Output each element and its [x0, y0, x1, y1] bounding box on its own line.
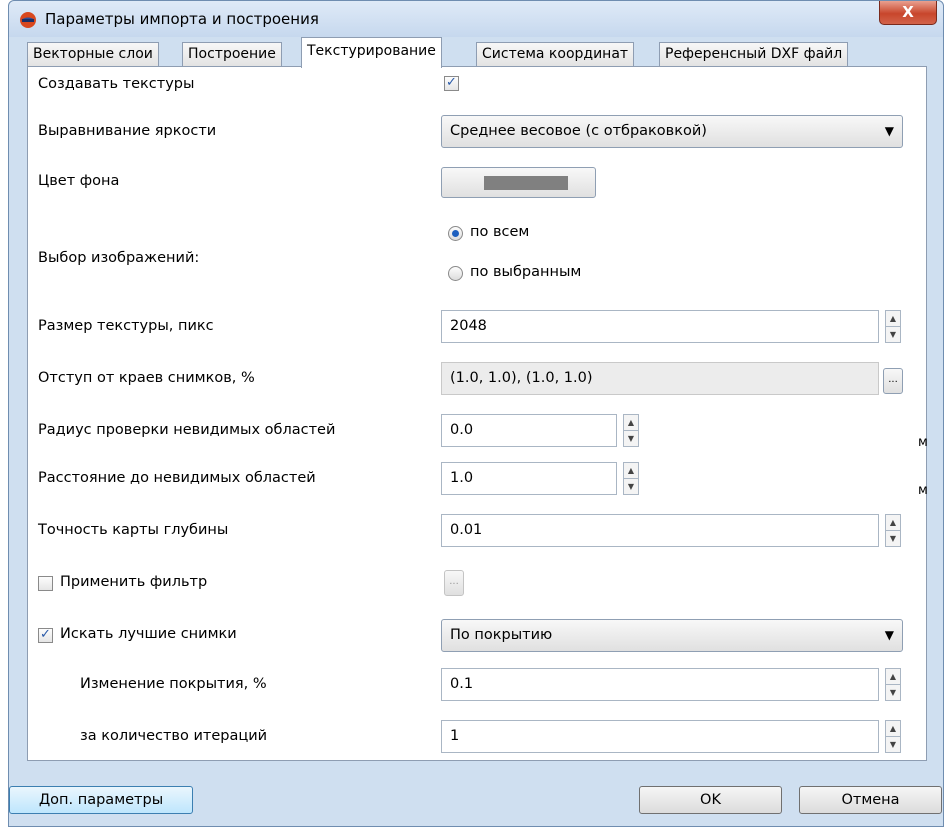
- invisible-distance-unit: м: [918, 483, 928, 498]
- brightness-select[interactable]: Среднее весовое (с отбраковкой) ▼: [441, 115, 903, 148]
- edge-offset-field: (1.0, 1.0), (1.0, 1.0): [441, 362, 879, 395]
- arrow-up-icon[interactable]: ▲: [624, 415, 638, 431]
- arrow-up-icon[interactable]: ▲: [886, 669, 900, 685]
- radio-all[interactable]: [448, 226, 463, 241]
- apply-filter-checkbox[interactable]: [38, 576, 53, 591]
- cancel-button[interactable]: Отмена: [799, 786, 942, 814]
- best-images-value: По покрытию: [450, 627, 553, 643]
- arrow-up-icon[interactable]: ▲: [886, 721, 900, 737]
- apply-filter-label[interactable]: Применить фильтр: [60, 574, 207, 590]
- filter-settings-button[interactable]: ...: [444, 570, 464, 596]
- coverage-change-stepper[interactable]: ▲ ▼: [885, 668, 901, 701]
- brightness-value: Среднее весовое (с отбраковкой): [450, 123, 707, 139]
- radio-selected-label[interactable]: по выбранным: [470, 264, 581, 280]
- chevron-down-icon: ▼: [884, 628, 894, 642]
- coverage-change-label: Изменение покрытия, %: [80, 676, 267, 692]
- arrow-down-icon[interactable]: ▼: [624, 479, 638, 495]
- title-bar[interactable]: Параметры импорта и построения X: [9, 1, 943, 37]
- close-button[interactable]: X: [879, 1, 937, 25]
- invisible-radius-unit: м: [918, 435, 928, 450]
- arrow-down-icon[interactable]: ▼: [624, 431, 638, 447]
- depth-accuracy-stepper[interactable]: ▲ ▼: [885, 514, 901, 547]
- best-images-select[interactable]: По покрытию ▼: [441, 619, 903, 652]
- edge-offset-label: Отступ от краев снимков, %: [38, 370, 255, 386]
- bg-color-button[interactable]: [441, 167, 596, 198]
- invisible-radius-input[interactable]: 0.0: [441, 414, 617, 447]
- arrow-up-icon[interactable]: ▲: [886, 515, 900, 531]
- arrow-up-icon[interactable]: ▲: [624, 463, 638, 479]
- iterations-input[interactable]: 1: [441, 720, 879, 753]
- arrow-down-icon[interactable]: ▼: [886, 685, 900, 701]
- more-params-button[interactable]: Доп. параметры: [9, 786, 193, 814]
- dialog-window: Параметры импорта и построения X Векторн…: [8, 0, 944, 827]
- arrow-down-icon[interactable]: ▼: [886, 327, 900, 343]
- arrow-up-icon[interactable]: ▲: [886, 311, 900, 327]
- depth-accuracy-label: Точность карты глубины: [38, 522, 229, 538]
- texture-size-label: Размер текстуры, пикс: [38, 318, 214, 334]
- ok-button[interactable]: OK: [639, 786, 782, 814]
- texturing-panel: Создавать текстуры ✓ Выравнивание яркост…: [27, 66, 928, 761]
- best-images-checkbox[interactable]: ✓: [38, 628, 53, 643]
- iterations-stepper[interactable]: ▲ ▼: [885, 720, 901, 753]
- tab-coordinate-system[interactable]: Система координат: [476, 42, 635, 67]
- brightness-label: Выравнивание яркости: [38, 123, 217, 139]
- invisible-distance-input[interactable]: 1.0: [441, 462, 617, 495]
- radio-all-label[interactable]: по всем: [470, 224, 529, 240]
- create-textures-label: Создавать текстуры: [38, 76, 195, 92]
- invisible-distance-stepper[interactable]: ▲ ▼: [623, 462, 639, 495]
- arrow-down-icon[interactable]: ▼: [886, 737, 900, 753]
- app-logo-icon: [20, 12, 36, 28]
- invisible-radius-label: Радиус проверки невидимых областей: [38, 422, 336, 438]
- tab-bar: Векторные слои Построение Текстурировани…: [27, 37, 927, 68]
- invisible-radius-stepper[interactable]: ▲ ▼: [623, 414, 639, 447]
- invisible-distance-label: Расстояние до невидимых областей: [38, 470, 316, 486]
- iterations-label: за количество итераций: [80, 728, 268, 744]
- radio-selected[interactable]: [448, 266, 463, 281]
- tab-vector-layers[interactable]: Векторные слои: [27, 42, 159, 67]
- tab-texturing[interactable]: Текстурирование: [301, 37, 442, 68]
- texture-size-input[interactable]: 2048: [441, 310, 879, 343]
- tab-construction[interactable]: Построение: [182, 42, 282, 67]
- coverage-change-input[interactable]: 0.1: [441, 668, 879, 701]
- arrow-down-icon[interactable]: ▼: [886, 531, 900, 547]
- tab-reference-dxf[interactable]: Референсный DXF файл: [659, 42, 849, 67]
- depth-accuracy-input[interactable]: 0.01: [441, 514, 879, 547]
- create-textures-checkbox[interactable]: ✓: [444, 76, 459, 91]
- texture-size-stepper[interactable]: ▲ ▼: [885, 310, 901, 343]
- best-images-label[interactable]: Искать лучшие снимки: [60, 626, 237, 642]
- edge-offset-edit-button[interactable]: ...: [883, 368, 903, 394]
- bg-color-label: Цвет фона: [38, 173, 120, 189]
- image-selection-label: Выбор изображений:: [38, 250, 200, 266]
- color-swatch: [484, 176, 568, 190]
- chevron-down-icon: ▼: [884, 124, 894, 138]
- window-title: Параметры импорта и построения: [45, 10, 319, 28]
